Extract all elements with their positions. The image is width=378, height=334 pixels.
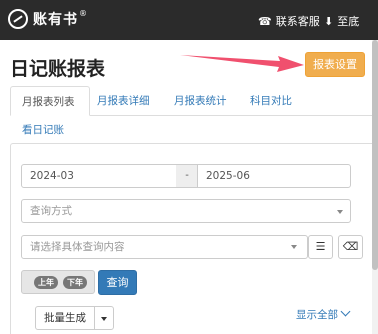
tab-monthly-list[interactable]: 月报表列表 [10, 86, 90, 116]
list-icon: ☰ [315, 240, 326, 253]
chevron-down-icon [291, 245, 297, 249]
annotation-arrow [180, 55, 304, 72]
scrollbar[interactable] [372, 40, 378, 334]
logo-text: 账有书 [33, 12, 78, 28]
report-settings-button[interactable]: 报表设置 [305, 52, 365, 77]
next-year-button[interactable]: 下年 [63, 276, 87, 289]
eraser-icon: ⌫ [342, 240, 359, 253]
tab-subject-compare[interactable]: 科目对比 [250, 86, 292, 116]
show-all-link[interactable]: 显示全部 [296, 306, 351, 322]
scroll-bottom-link[interactable]: ⬇ 至底 [324, 13, 359, 29]
logo-icon [8, 9, 28, 29]
batch-generate-button[interactable]: 批量生成 [35, 306, 95, 330]
chevron-down-icon [340, 306, 351, 317]
start-month-input[interactable]: 2024-03 [21, 164, 177, 188]
query-content-select[interactable]: 请选择具体查询内容 [21, 235, 308, 259]
chevron-down-icon [337, 210, 343, 214]
contact-support-link[interactable]: ☎ 联系客服 [258, 13, 320, 29]
date-range-separator: - [176, 164, 198, 188]
end-month-input[interactable]: 2025-06 [197, 164, 351, 188]
scroll-bottom-label: 至底 [337, 15, 360, 28]
logo[interactable]: 账有书 ® [8, 9, 87, 29]
registered-mark: ® [79, 8, 87, 18]
tab-monthly-detail[interactable]: 月报表详细 [97, 86, 150, 116]
tab-monthly-stats[interactable]: 月报表统计 [174, 86, 227, 116]
contact-support-label: 联系客服 [275, 15, 320, 28]
year-toggle-group: 上年 下年 [21, 270, 95, 294]
show-all-label: 显示全部 [296, 309, 338, 321]
tab-view-journal[interactable]: 看日记账 [22, 122, 64, 137]
clear-button[interactable]: ⌫ [338, 235, 363, 259]
top-navbar: 账有书 ® ☎ 联系客服 ⬇ 至底 [0, 0, 378, 40]
download-icon: ⬇ [324, 14, 334, 28]
report-tabs: 月报表列表 月报表详细 月报表统计 科目对比 [10, 86, 378, 116]
scrollbar-thumb[interactable] [372, 40, 378, 270]
caret-down-icon [101, 317, 107, 321]
phone-icon: ☎ [258, 14, 272, 28]
query-method-select[interactable]: 查询方式 [21, 199, 351, 223]
list-button[interactable]: ☰ [308, 235, 333, 259]
page-title: 日记账报表 [10, 58, 106, 80]
query-button[interactable]: 查询 [98, 270, 137, 295]
previous-year-button[interactable]: 上年 [34, 276, 58, 289]
batch-generate-dropdown[interactable] [94, 306, 114, 330]
